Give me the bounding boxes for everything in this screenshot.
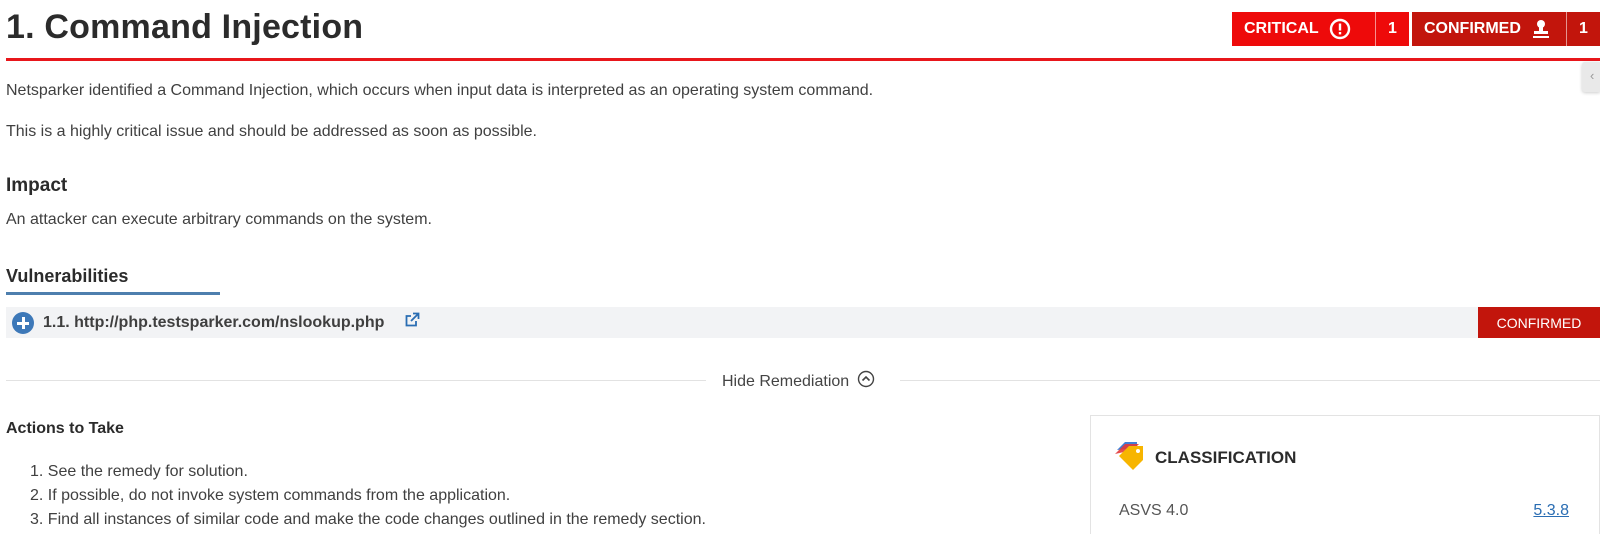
exclamation-circle-icon: [1329, 18, 1351, 40]
divider: [6, 380, 706, 381]
impact-text: An attacker can execute arbitrary comman…: [6, 211, 432, 228]
status-count: 1: [1566, 12, 1600, 46]
action-item: 2. If possible, do not invoke system com…: [30, 487, 511, 504]
classification-row-link[interactable]: 5.3.8: [1533, 502, 1569, 520]
finding-header: 1. Command Injection CRITICAL 1 CONFIRME…: [0, 0, 1600, 62]
actions-heading: Actions to Take: [6, 420, 124, 437]
description-line-2: This is a highly critical issue and shou…: [6, 123, 537, 140]
vulnerabilities-heading[interactable]: Vulnerabilities: [6, 266, 128, 287]
hide-remediation-toggle[interactable]: Hide Remediation: [722, 370, 875, 393]
classification-panel: CLASSIFICATION ASVS 4.0 5.3.8: [1090, 415, 1600, 534]
severity-badge[interactable]: CRITICAL 1: [1232, 12, 1409, 46]
severity-label: CRITICAL: [1244, 20, 1319, 37]
status-label: CONFIRMED: [1424, 20, 1521, 37]
vulnerability-url[interactable]: 1.1. http://php.testsparker.com/nslookup…: [43, 314, 384, 332]
classification-title: CLASSIFICATION: [1155, 448, 1297, 467]
impact-heading: Impact: [6, 175, 68, 196]
side-panel-toggle[interactable]: ‹: [1582, 62, 1600, 92]
page-title: 1. Command Injection: [6, 8, 364, 46]
vulnerability-status-badge: CONFIRMED: [1478, 307, 1600, 338]
stamp-icon: [1531, 19, 1551, 39]
title-underline: [6, 58, 1600, 61]
action-item: 1. See the remedy for solution.: [30, 463, 248, 480]
action-item: 3. Find all instances of similar code an…: [30, 511, 706, 528]
actions-list: 1. See the remedy for solution. 2. If po…: [30, 460, 706, 532]
expand-plus-icon[interactable]: [12, 312, 34, 334]
classification-row-label: ASVS 4.0: [1119, 502, 1189, 519]
description-line-1: Netsparker identified a Command Injectio…: [6, 82, 874, 99]
hide-remediation-label: Hide Remediation: [722, 372, 850, 390]
tags-icon: [1113, 440, 1149, 481]
external-link-icon[interactable]: [404, 312, 420, 333]
chevron-up-circle-icon: [849, 370, 875, 393]
severity-count: 1: [1375, 12, 1409, 46]
vulnerability-row[interactable]: 1.1. http://php.testsparker.com/nslookup…: [6, 307, 1600, 338]
divider: [900, 380, 1600, 381]
vulnerabilities-tab-underline: [6, 292, 220, 295]
chevron-left-icon: ‹: [1590, 68, 1595, 83]
status-badge[interactable]: CONFIRMED 1: [1412, 12, 1600, 46]
